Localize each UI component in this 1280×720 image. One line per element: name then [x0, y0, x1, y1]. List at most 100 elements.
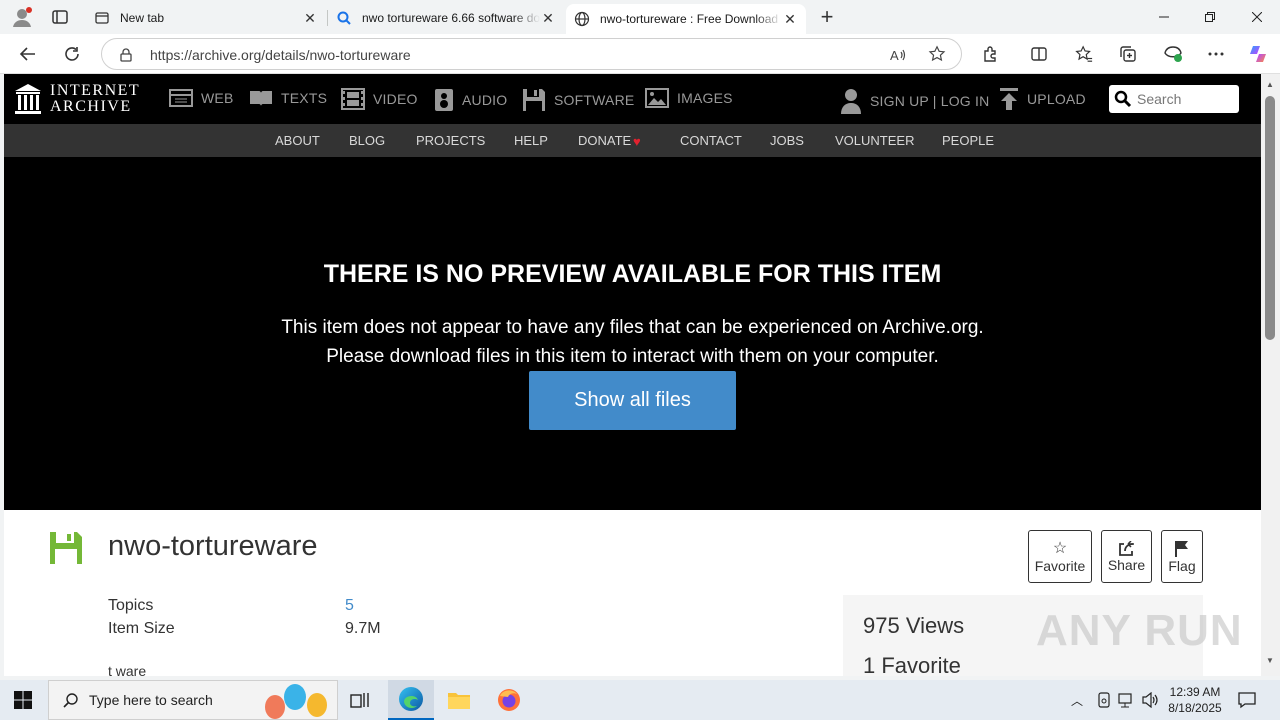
close-window-button[interactable] — [1234, 0, 1280, 34]
views-count: 975 Views — [863, 613, 965, 638]
address-bar[interactable]: https://archive.org/details/nwo-torturew… — [101, 38, 962, 70]
item-description: t ware — [108, 663, 147, 676]
audio-icon — [435, 89, 453, 111]
tab-title: nwo-tortureware : Free Download — [600, 12, 779, 26]
search-box[interactable]: Search — [1109, 85, 1239, 113]
volume-icon[interactable] — [1142, 692, 1160, 708]
tab-new-tab[interactable]: New tab ✕ — [86, 4, 326, 32]
scroll-down-icon[interactable]: ▼ — [1266, 656, 1274, 665]
search-placeholder: Search — [1137, 91, 1182, 107]
url-text: https://archive.org/details/nwo-torturew… — [150, 47, 411, 63]
favorite-button[interactable]: ☆ Favorite — [1028, 530, 1092, 583]
scroll-thumb[interactable] — [1265, 96, 1275, 340]
item-title: nwo-tortureware — [108, 530, 318, 562]
nav-texts[interactable]: TEXTS — [249, 88, 327, 108]
refresh-button[interactable] — [56, 38, 88, 70]
tab-archive[interactable]: nwo-tortureware : Free Download ✕ — [566, 4, 806, 34]
nav-audio[interactable]: AUDIO — [434, 88, 507, 112]
archive-building-icon — [15, 84, 41, 114]
nav-label: WEB — [201, 90, 234, 106]
subnav-contact[interactable]: CONTACT — [680, 133, 742, 148]
clock-time: 12:39 AM — [1169, 685, 1221, 699]
search-icon — [63, 693, 78, 708]
extensions-icon[interactable] — [975, 38, 1007, 70]
tab-strip: New tab ✕ nwo tortureware 6.66 software … — [0, 0, 1280, 34]
task-view-icon — [350, 693, 369, 708]
tab-search[interactable]: nwo tortureware 6.66 software do ✕ — [328, 4, 564, 32]
close-tab-icon[interactable]: ✕ — [782, 11, 798, 27]
texts-icon — [250, 91, 272, 106]
anyrun-watermark: ANY RUN — [1036, 606, 1243, 655]
ia-logo[interactable]: INTERNET ARCHIVE — [4, 74, 156, 124]
ia-sub-nav: ABOUT BLOG PROJECTS HELP DONATE ♥ CONTAC… — [4, 124, 1261, 157]
subnav-people[interactable]: PEOPLE — [942, 133, 994, 148]
tab-actions-icon[interactable] — [50, 7, 70, 27]
subnav-donate[interactable]: DONATE — [578, 133, 631, 148]
sign-up-login-link[interactable]: SIGN UP | LOG IN — [840, 88, 989, 114]
share-button[interactable]: Share — [1101, 530, 1152, 583]
scroll-up-icon[interactable]: ▲ — [1266, 80, 1274, 89]
globe-icon — [574, 11, 590, 27]
subnav-help[interactable]: HELP — [514, 133, 548, 148]
nav-web[interactable]: WEB — [169, 88, 234, 108]
copilot-icon[interactable] — [1242, 38, 1274, 70]
network-icon[interactable] — [1118, 692, 1136, 708]
show-hidden-icons[interactable]: ︿ — [1071, 692, 1083, 709]
show-all-files-button[interactable]: Show all files — [529, 371, 736, 430]
minimize-button[interactable] — [1141, 0, 1187, 34]
close-tab-icon[interactable]: ✕ — [540, 10, 556, 26]
nav-software[interactable]: SOFTWARE — [522, 88, 634, 112]
taskbar-edge[interactable] — [388, 680, 434, 720]
back-button[interactable] — [12, 38, 44, 70]
preview-area: THERE IS NO PREVIEW AVAILABLE FOR THIS I… — [4, 157, 1261, 510]
nav-video[interactable]: VIDEO — [341, 88, 418, 110]
flag-icon — [1175, 540, 1188, 557]
search-icon — [336, 10, 352, 26]
device-icon[interactable] — [1096, 692, 1112, 708]
profile-icon[interactable] — [10, 5, 34, 29]
nav-images[interactable]: IMAGES — [645, 88, 733, 108]
new-tab-button[interactable]: + — [816, 4, 838, 29]
notifications-icon[interactable] — [1238, 691, 1256, 709]
windows-logo-icon — [14, 691, 32, 709]
flag-label: Flag — [1168, 557, 1196, 574]
flag-button[interactable]: Flag — [1161, 530, 1203, 583]
meta-value-topics[interactable]: 5 — [345, 597, 354, 615]
subnav-blog[interactable]: BLOG — [349, 133, 385, 148]
user-icon — [841, 89, 861, 114]
software-icon — [523, 89, 545, 111]
close-tab-icon[interactable]: ✕ — [302, 10, 318, 26]
subnav-about[interactable]: ABOUT — [275, 133, 320, 148]
read-aloud-icon[interactable]: A — [889, 46, 907, 64]
subnav-volunteer[interactable]: VOLUNTEER — [835, 133, 914, 148]
images-icon — [645, 88, 669, 108]
page-scrollbar[interactable]: ▲ ▼ — [1261, 74, 1280, 676]
nav-label: AUDIO — [462, 92, 508, 108]
collections-icon[interactable] — [1112, 38, 1144, 70]
upload-label: UPLOAD — [1027, 91, 1086, 107]
favorites-icon[interactable] — [1068, 38, 1100, 70]
subnav-projects[interactable]: PROJECTS — [416, 133, 485, 148]
windows-taskbar: Type here to search ︿ 12:39 AM 8/18/2025 — [0, 680, 1280, 720]
favorite-label: Favorite — [1034, 557, 1086, 574]
restore-button[interactable] — [1187, 0, 1233, 34]
logo-line-1: INTERNET — [50, 82, 141, 99]
taskbar-search[interactable]: Type here to search — [48, 680, 338, 720]
upload-icon — [1000, 88, 1018, 110]
task-view-button[interactable] — [337, 680, 383, 720]
site-info-icon[interactable] — [118, 47, 134, 63]
start-button[interactable] — [0, 680, 46, 720]
taskbar-file-explorer[interactable] — [436, 680, 482, 720]
meta-label-item-size: Item Size — [108, 620, 175, 637]
split-screen-icon[interactable] — [1023, 38, 1055, 70]
taskbar-firefox[interactable] — [486, 680, 532, 720]
subnav-jobs[interactable]: JOBS — [770, 133, 804, 148]
system-clock[interactable]: 12:39 AM 8/18/2025 — [1160, 684, 1230, 716]
clock-date: 8/18/2025 — [1168, 701, 1222, 715]
favorite-star-icon[interactable] — [928, 45, 946, 63]
favorites-count: 1 Favorite — [863, 653, 961, 676]
settings-menu-icon[interactable] — [1200, 38, 1232, 70]
upload-link[interactable]: UPLOAD — [999, 87, 1086, 111]
browser-essentials-icon[interactable] — [1157, 38, 1189, 70]
svg-text:A: A — [890, 48, 899, 63]
